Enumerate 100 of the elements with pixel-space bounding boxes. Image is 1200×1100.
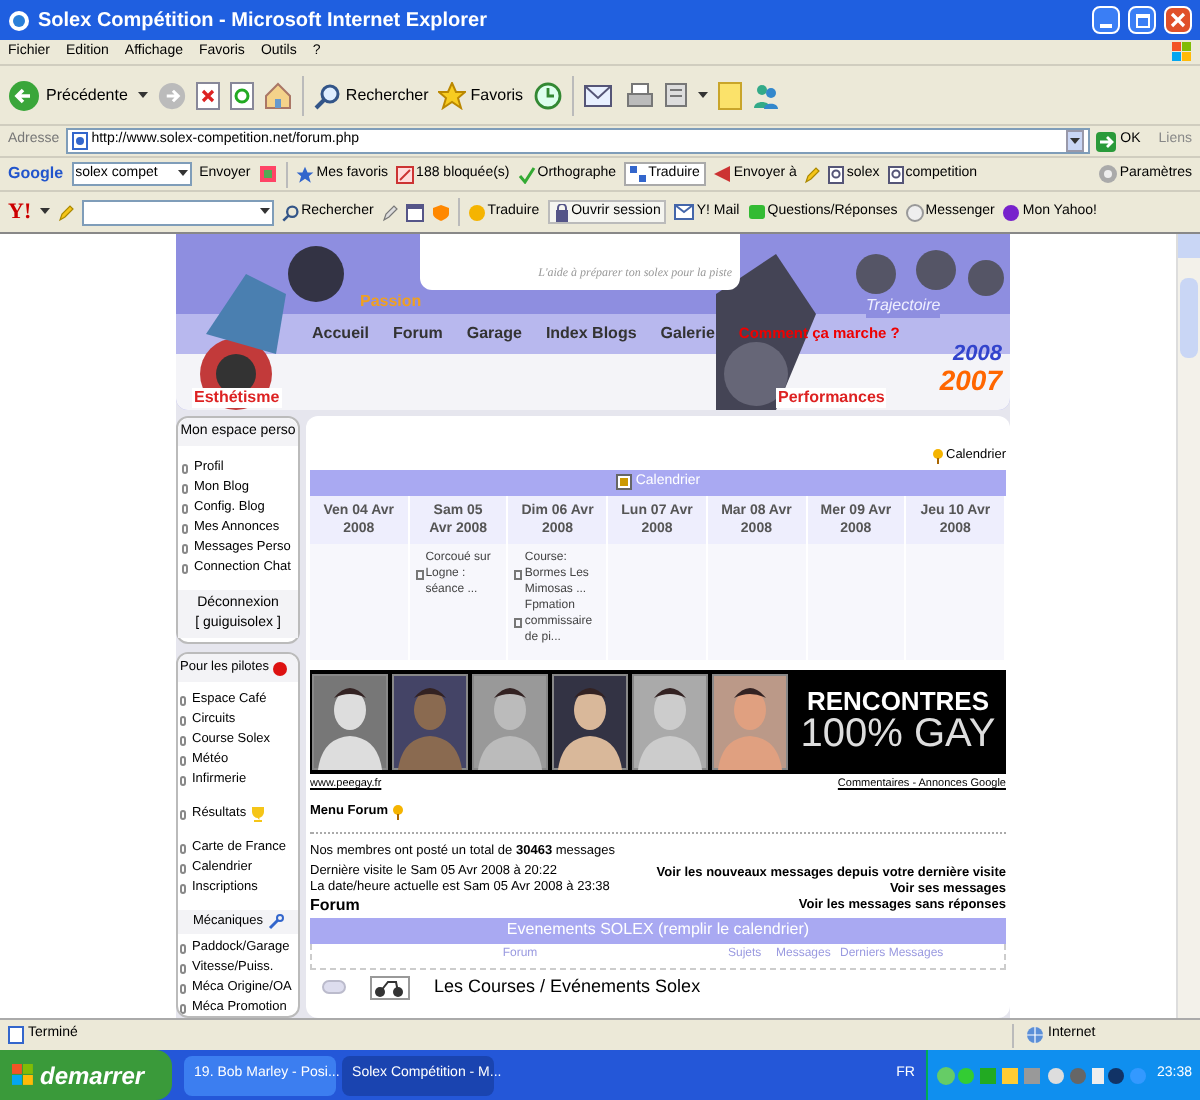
banner-label: Performances bbox=[776, 388, 887, 408]
bullet-icon bbox=[180, 695, 186, 705]
shield-icon[interactable] bbox=[431, 203, 450, 221]
back-button[interactable]: Précédente bbox=[8, 79, 128, 111]
bullet-icon bbox=[180, 843, 186, 853]
bullet-icon bbox=[182, 483, 188, 493]
pencil-icon[interactable] bbox=[804, 165, 821, 183]
event-icon bbox=[514, 617, 523, 628]
document-search-icon bbox=[828, 165, 845, 183]
nav-link[interactable]: Index Blogs bbox=[545, 322, 637, 346]
minimize-button[interactable] bbox=[1092, 6, 1120, 34]
star-icon bbox=[296, 165, 315, 183]
pencil-icon[interactable] bbox=[381, 203, 398, 221]
stop-icon[interactable] bbox=[195, 81, 220, 109]
event-icon bbox=[514, 569, 523, 580]
bullet-icon bbox=[182, 463, 188, 473]
circle-icon bbox=[905, 203, 924, 221]
bullet-icon bbox=[180, 1003, 186, 1013]
nav-link[interactable]: Galerie bbox=[660, 322, 715, 346]
nav-link[interactable]: Accueil bbox=[312, 322, 369, 346]
puzzle-icon[interactable] bbox=[258, 164, 279, 184]
dropdown-icon bbox=[177, 170, 188, 178]
dropdown-icon bbox=[259, 208, 270, 216]
speech-bubble-icon bbox=[747, 203, 766, 221]
printer-icon[interactable] bbox=[625, 81, 654, 109]
google-logo[interactable]: Google bbox=[8, 162, 64, 186]
circle-icon bbox=[1002, 203, 1021, 221]
bullet-icon bbox=[180, 983, 186, 993]
category-header: Evenements SOLEX (remplir le calendrier) bbox=[310, 917, 1006, 944]
ad-banner[interactable]: RENCONTRES 100% GAY bbox=[310, 669, 1006, 774]
nav-link[interactable]: Forum bbox=[392, 322, 443, 346]
forum-name-link[interactable]: Les Courses / Evénements Solex bbox=[434, 973, 701, 1001]
search-icon bbox=[281, 203, 300, 221]
banner-label: Esthétisme bbox=[192, 388, 282, 408]
mail-icon[interactable] bbox=[583, 82, 616, 108]
calendar-icon bbox=[615, 474, 632, 491]
search-icon bbox=[313, 81, 342, 109]
note-icon[interactable] bbox=[717, 81, 742, 109]
event-icon bbox=[415, 569, 424, 580]
search-button[interactable]: Rechercher bbox=[313, 81, 429, 109]
helmet-icon bbox=[272, 660, 289, 676]
arrow-icon bbox=[713, 166, 732, 182]
globe-icon bbox=[8, 9, 30, 31]
bullet-icon bbox=[180, 735, 186, 745]
moped-icon bbox=[370, 975, 410, 999]
bullet-icon bbox=[182, 543, 188, 553]
trophy-icon bbox=[250, 806, 267, 822]
bullet-icon bbox=[180, 775, 186, 785]
bullet-icon bbox=[180, 883, 186, 893]
refresh-icon[interactable] bbox=[229, 81, 254, 109]
year-label: 2008 bbox=[953, 344, 1002, 366]
bullet-icon bbox=[180, 943, 186, 953]
history-icon[interactable] bbox=[533, 81, 562, 109]
bullet-icon bbox=[180, 963, 186, 973]
envelope-icon bbox=[674, 204, 695, 220]
bullet-icon bbox=[180, 809, 186, 819]
document-search-icon bbox=[887, 165, 904, 183]
home-icon[interactable] bbox=[263, 81, 292, 109]
globe-icon bbox=[1026, 1026, 1044, 1044]
bullet-icon bbox=[182, 503, 188, 513]
pencil-icon[interactable] bbox=[57, 203, 74, 221]
status-badge bbox=[322, 980, 346, 994]
arrow-left-icon bbox=[8, 79, 40, 111]
search-field[interactable] bbox=[81, 199, 274, 225]
document-icon[interactable] bbox=[663, 82, 688, 108]
people-icon[interactable] bbox=[751, 81, 780, 109]
padlock-icon bbox=[553, 203, 570, 221]
bullet-icon bbox=[182, 523, 188, 533]
checkmark-icon bbox=[517, 165, 536, 183]
close-button[interactable] bbox=[1164, 6, 1192, 34]
arrow-right-icon bbox=[1096, 131, 1117, 151]
close-icon bbox=[1170, 12, 1186, 28]
page-icon bbox=[8, 1026, 24, 1044]
page-icon bbox=[71, 132, 88, 150]
gear-icon bbox=[1097, 164, 1118, 184]
caret-icon[interactable] bbox=[39, 208, 50, 216]
yahoo-logo[interactable]: Y! bbox=[8, 195, 32, 229]
scroll-thumb[interactable] bbox=[1180, 278, 1198, 358]
window-icon[interactable] bbox=[405, 203, 424, 221]
year-label: 2007 bbox=[939, 366, 1002, 394]
star-icon bbox=[438, 81, 467, 109]
nav-link[interactable]: Garage bbox=[466, 322, 522, 346]
caret-icon[interactable] bbox=[137, 91, 148, 99]
pin-icon bbox=[392, 803, 404, 820]
ad-headline: RENCONTRES bbox=[806, 688, 989, 715]
maximize-button[interactable] bbox=[1128, 6, 1156, 34]
start-button[interactable]: demarrer bbox=[0, 1050, 173, 1100]
forward-icon[interactable] bbox=[157, 81, 186, 109]
bullet-icon bbox=[180, 755, 186, 765]
windows-flag-icon bbox=[1172, 42, 1192, 62]
wrench-icon bbox=[267, 914, 284, 930]
bullet-icon bbox=[180, 863, 186, 873]
ad-subline: 100% GAY bbox=[800, 714, 996, 755]
banner-label: Trajectoire bbox=[866, 294, 941, 318]
dropdown-icon[interactable] bbox=[1066, 130, 1085, 152]
caret-icon[interactable] bbox=[697, 91, 708, 99]
forum-title: Forum bbox=[310, 895, 362, 914]
bullet-icon bbox=[182, 563, 188, 573]
bullet-icon bbox=[180, 715, 186, 725]
favorites-button[interactable]: Favoris bbox=[438, 81, 524, 109]
